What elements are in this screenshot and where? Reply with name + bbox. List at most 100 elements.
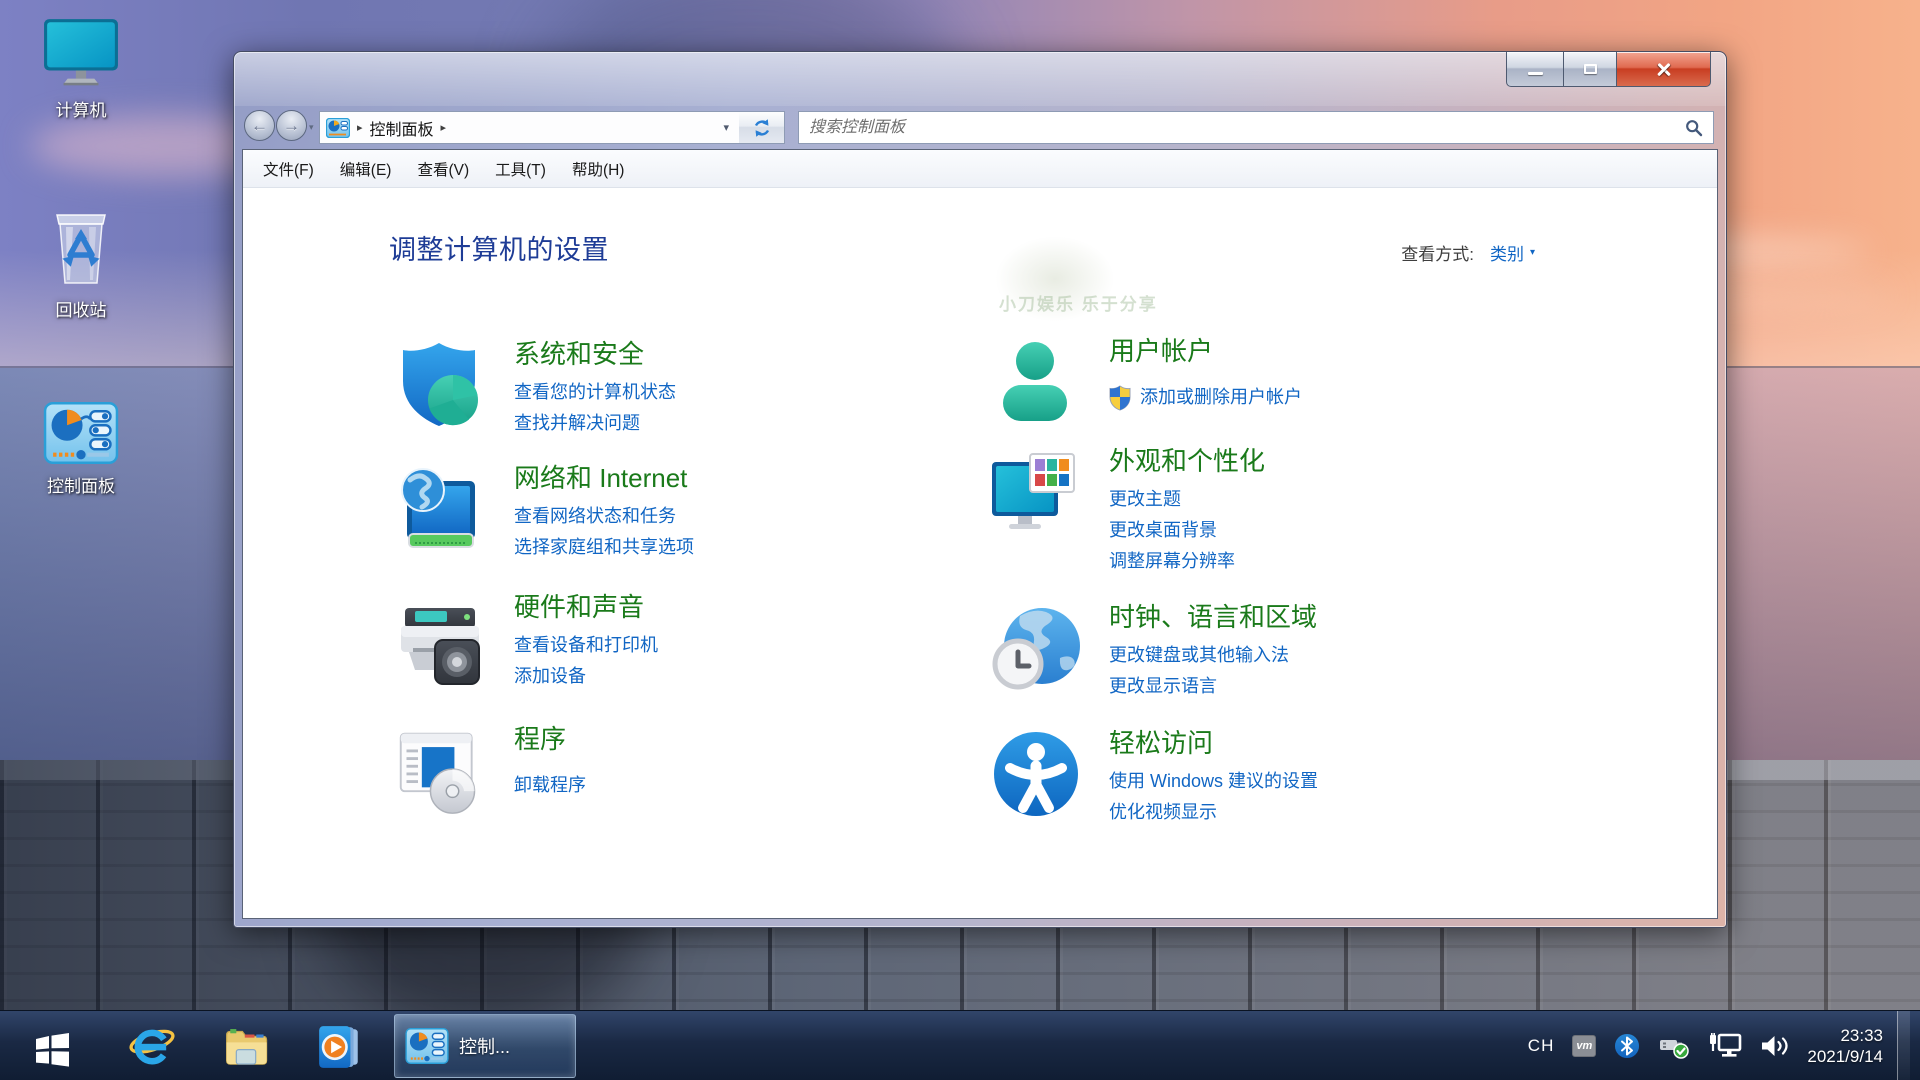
taskbar-active-control-panel[interactable]: 控制... [394,1014,576,1078]
category-title-network-internet[interactable]: 网络和 Internet [514,461,694,495]
clock-language-region-icon[interactable] [987,600,1085,696]
control-panel-window: ← → ▾ ▸ 控制面板 ▸ ▾ 搜索控制面板 文件(F) 编辑(E) 查看(V… [233,51,1727,928]
link-network-status-tasks[interactable]: 查看网络状态和任务 [514,501,694,532]
windows-logo-icon [36,1033,69,1067]
category-appearance-personalization: 外观和个性化 更改主题 更改桌面背景 调整屏幕分辨率 [987,444,1265,577]
link-change-display-language[interactable]: 更改显示语言 [1109,671,1317,702]
category-user-accounts: 用户帐户 添加或删除用户帐户 [987,334,1302,430]
maximize-button[interactable] [1563,52,1617,87]
menu-view[interactable]: 查看(V) [407,153,479,185]
view-by-control: 查看方式: 类别 ▾ [1401,240,1535,265]
breadcrumb-arrow-icon: ▸ [357,122,363,134]
system-security-icon[interactable] [392,337,490,433]
category-system-security: 系统和安全 查看您的计算机状态 查找并解决问题 [392,337,676,439]
close-icon [1656,61,1672,77]
taskbar-ie-button[interactable] [112,1011,192,1080]
category-network-internet: 网络和 Internet 查看网络状态和任务 选择家庭组和共享选项 [392,461,694,563]
desktop-icon-computer[interactable]: 计算机 [15,16,147,121]
category-title-hardware-sound[interactable]: 硬件和声音 [514,590,658,624]
link-change-desktop-background[interactable]: 更改桌面背景 [1109,515,1265,546]
address-bar[interactable]: ▸ 控制面板 ▸ ▾ [319,111,740,144]
menu-bar: 文件(F) 编辑(E) 查看(V) 工具(T) 帮助(H) [243,150,1717,188]
menu-help[interactable]: 帮助(H) [562,153,635,185]
vmware-tray-icon[interactable]: vm [1572,1035,1597,1057]
desktop-icon-recycle-bin[interactable]: 回收站 [15,202,147,321]
uac-shield-icon [1109,384,1131,411]
desktop-icon-label: 控制面板 [47,477,115,496]
control-panel-icon [405,1028,449,1064]
link-add-device[interactable]: 添加设备 [514,661,658,692]
category-title-appearance[interactable]: 外观和个性化 [1109,444,1265,478]
internet-explorer-icon [129,1029,175,1065]
control-panel-icon [15,402,147,464]
taskbar-clock[interactable]: 23:33 2021/9/14 [1807,1025,1883,1067]
active-task-label: 控制... [459,1037,511,1057]
search-input[interactable] [799,112,1685,143]
taskbar-explorer-button[interactable] [206,1011,286,1080]
link-computer-status[interactable]: 查看您的计算机状态 [514,377,676,408]
network-icon[interactable] [1708,1033,1742,1059]
view-by-dropdown-icon[interactable]: ▾ [1530,247,1535,258]
menu-file[interactable]: 文件(F) [253,153,324,185]
category-title-clock-region[interactable]: 时钟、语言和区域 [1109,600,1317,634]
hardware-sound-icon[interactable] [392,604,490,688]
link-find-fix-problems[interactable]: 查找并解决问题 [514,408,676,439]
user-accounts-icon[interactable] [987,334,1085,430]
link-windows-suggested-settings[interactable]: 使用 Windows 建议的设置 [1109,766,1318,797]
volume-icon[interactable] [1760,1033,1790,1059]
category-title-system-security[interactable]: 系统和安全 [514,337,676,371]
menu-edit[interactable]: 编辑(E) [330,153,402,185]
recycle-bin-icon [15,202,147,288]
link-change-theme[interactable]: 更改主题 [1109,484,1265,515]
menu-tools[interactable]: 工具(T) [485,153,556,185]
forward-button[interactable]: → [276,110,307,141]
forward-arrow-icon: → [283,115,300,135]
breadcrumb-control-panel[interactable]: 控制面板 [370,116,434,140]
ease-of-access-icon[interactable] [987,726,1085,822]
link-optimize-visual-display[interactable]: 优化视频显示 [1109,797,1318,828]
view-by-label: 查看方式: [1401,245,1474,264]
minimize-icon [1527,71,1543,75]
taskbar-media-player-button[interactable] [300,1011,380,1080]
back-button[interactable]: ← [244,110,275,141]
computer-icon [15,16,147,88]
address-dropdown-icon[interactable]: ▾ [723,121,729,134]
caption-buttons [1506,52,1711,87]
category-title-user-accounts[interactable]: 用户帐户 [1109,334,1302,368]
show-desktop-button[interactable] [1897,1011,1910,1080]
search-icon[interactable] [1685,119,1703,137]
link-add-remove-user-accounts[interactable]: 添加或删除用户帐户 [1140,382,1302,413]
link-homegroup-sharing[interactable]: 选择家庭组和共享选项 [514,532,694,563]
category-hardware-sound: 硬件和声音 查看设备和打印机 添加设备 [392,590,658,692]
window-client-area: 文件(F) 编辑(E) 查看(V) 工具(T) 帮助(H) 小刀娱乐 乐于分享 … [242,149,1718,919]
language-indicator[interactable]: CH [1528,1036,1555,1056]
view-by-value[interactable]: 类别 [1490,240,1524,265]
uac-link-row: 添加或删除用户帐户 [1109,382,1302,413]
maximize-icon [1583,64,1597,74]
link-change-keyboard-input[interactable]: 更改键盘或其他输入法 [1109,640,1317,671]
desktop-icon-control-panel[interactable]: 控制面板 [15,402,147,497]
clock-time: 23:33 [1840,1026,1883,1045]
appearance-personalization-icon[interactable] [987,444,1085,540]
media-player-icon [319,1026,358,1068]
category-title-ease-of-access[interactable]: 轻松访问 [1109,726,1318,760]
network-internet-icon[interactable] [392,461,490,557]
breadcrumb-arrow-icon[interactable]: ▸ [441,121,447,134]
refresh-button[interactable] [739,111,785,144]
programs-icon[interactable] [392,726,490,818]
system-tray: CH vm 23:33 2021/9/14 [1519,1011,1910,1080]
category-programs: 程序 卸载程序 [392,722,586,818]
link-uninstall-program[interactable]: 卸载程序 [514,770,586,801]
link-adjust-screen-resolution[interactable]: 调整屏幕分辨率 [1109,546,1265,577]
recent-pages-dropdown[interactable]: ▾ [309,122,314,133]
link-devices-printers[interactable]: 查看设备和打印机 [514,630,658,661]
start-button[interactable] [14,1011,90,1080]
close-button[interactable] [1616,52,1711,87]
category-clock-language-region: 时钟、语言和区域 更改键盘或其他输入法 更改显示语言 [987,600,1317,702]
category-title-programs[interactable]: 程序 [514,722,586,756]
bluetooth-icon[interactable] [1614,1033,1640,1059]
minimize-button[interactable] [1506,52,1564,87]
desktop-icon-label: 计算机 [55,101,107,120]
window-glass-sheen [234,52,1726,106]
usb-device-icon[interactable] [1658,1032,1690,1060]
